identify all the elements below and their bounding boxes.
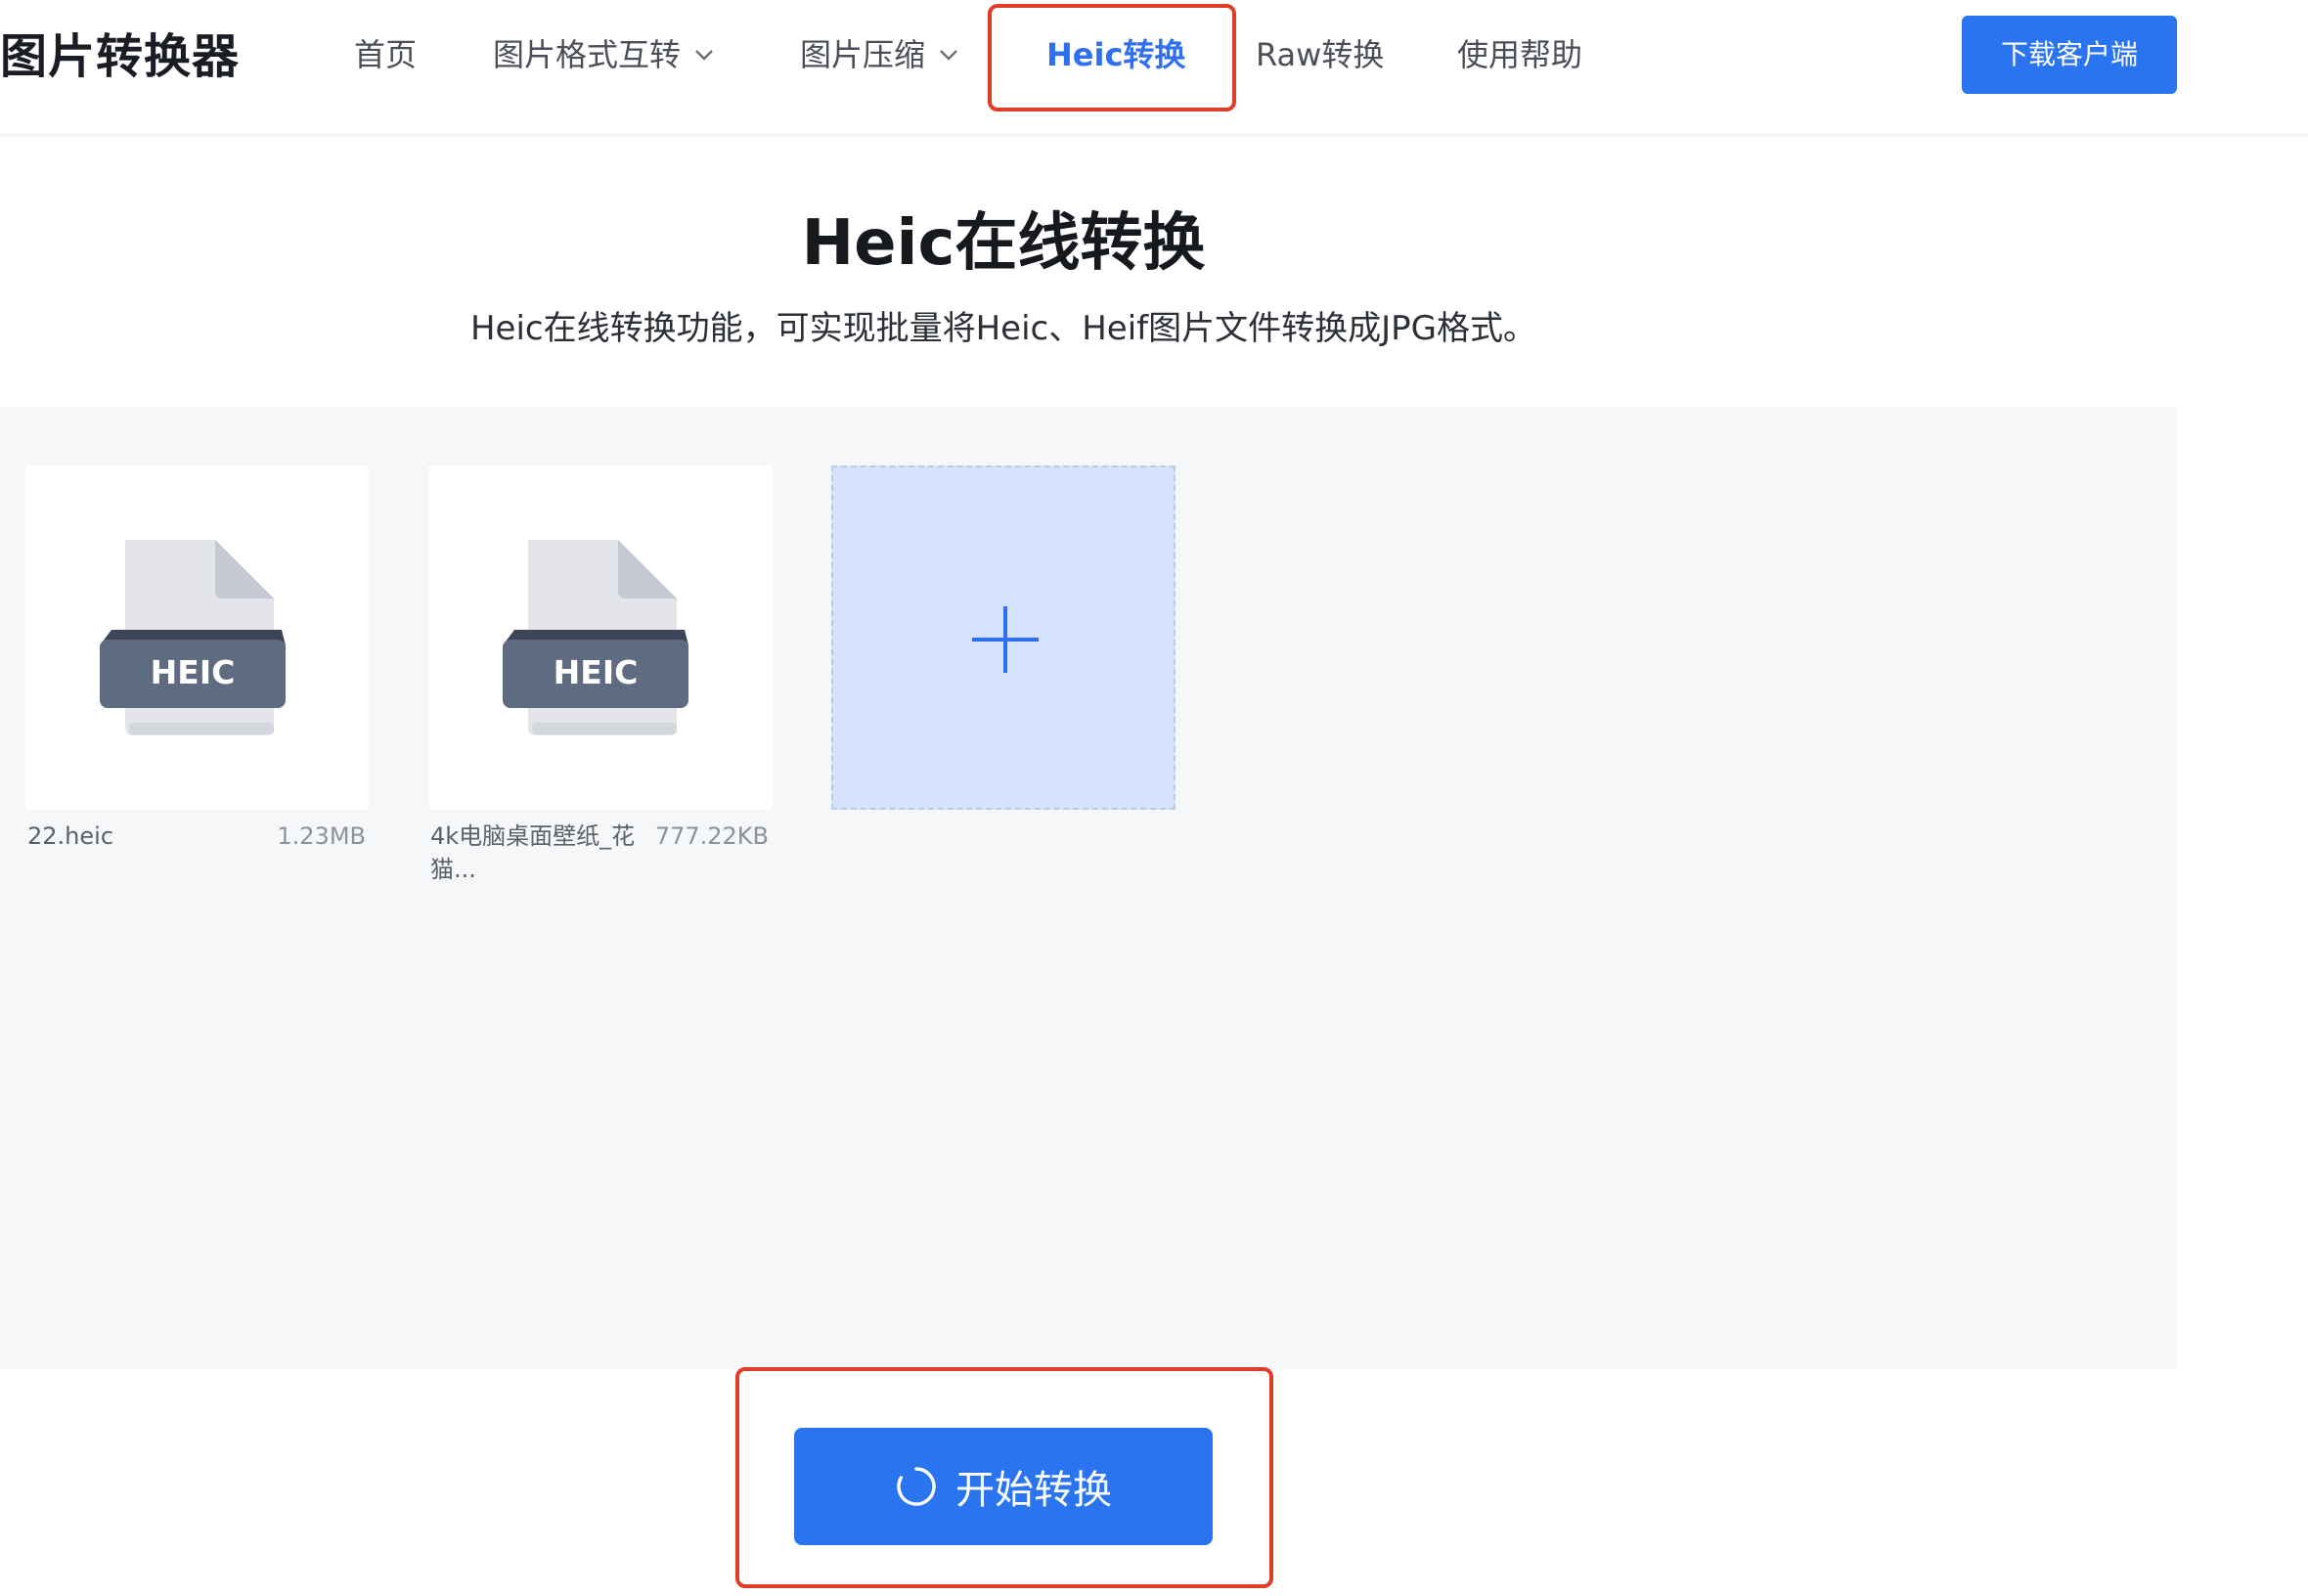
download-client-button[interactable]: 下载客户端 [1962, 16, 2177, 94]
nav-raw-convert-label: Raw转换 [1256, 36, 1385, 73]
heic-icon-label: HEIC [151, 653, 236, 691]
file-size: 777.22KB [654, 822, 769, 850]
nav-help[interactable]: 使用帮助 [1457, 27, 1582, 82]
plus-icon [972, 606, 1039, 673]
file-card[interactable]: HEIC [428, 466, 773, 810]
chevron-down-icon [940, 50, 957, 61]
file-name: 22.heic [27, 822, 114, 850]
heic-file-icon: HEIC [503, 540, 688, 735]
page-title: Heic在线转换 [801, 207, 1206, 280]
page: 图片转换器 首页 图片格式互转 图片压缩 Heic转换 Raw转换 使用帮助 下… [0, 0, 2308, 1596]
nav-help-label: 使用帮助 [1457, 36, 1583, 73]
nav-format-convert[interactable]: 图片格式互转 [493, 27, 718, 82]
heic-icon-label: HEIC [554, 653, 639, 691]
nav-raw-convert[interactable]: Raw转换 [1256, 27, 1384, 82]
start-convert-button[interactable]: 开始转换 [794, 1428, 1213, 1545]
heic-file-icon: HEIC [100, 540, 286, 735]
nav-format-convert-label: 图片格式互转 [493, 36, 682, 73]
chevron-down-icon [695, 50, 713, 61]
file-size: 1.23MB [277, 822, 366, 850]
add-file-button[interactable] [831, 466, 1176, 810]
file-card[interactable]: HEIC [25, 466, 370, 810]
loading-spinner-icon [897, 1467, 936, 1506]
nav-compress-label: 图片压缩 [800, 36, 926, 73]
nav-compress[interactable]: 图片压缩 [800, 27, 962, 82]
file-name: 4k电脑桌面壁纸_花 猫... [430, 822, 636, 883]
site-logo[interactable]: 图片转换器 [0, 25, 240, 88]
top-navbar: 图片转换器 首页 图片格式互转 图片压缩 Heic转换 Raw转换 使用帮助 下… [0, 0, 2308, 133]
page-subtitle: Heic在线转换功能，可实现批量将Heic、Heif图片文件转换成JPG格式。 [469, 309, 1537, 348]
header-divider [0, 133, 2308, 137]
nav-heic-convert[interactable]: Heic转换 [1046, 27, 1185, 82]
nav-heic-convert-label: Heic转换 [1046, 36, 1186, 73]
nav-home-label: 首页 [354, 36, 418, 73]
start-convert-label: 开始转换 [955, 1468, 1112, 1513]
nav-home[interactable]: 首页 [354, 27, 417, 82]
